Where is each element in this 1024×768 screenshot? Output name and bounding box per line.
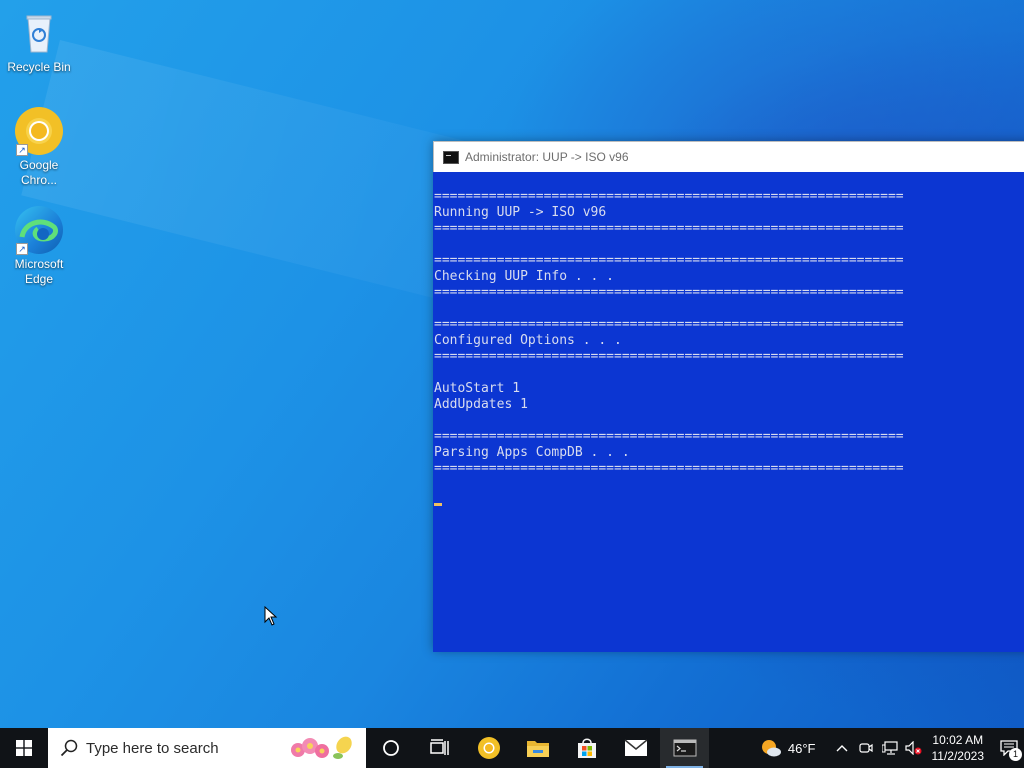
partly-cloudy-icon [761, 740, 781, 757]
action-center-button[interactable]: 1 [994, 728, 1024, 768]
desktop-icon-recycle-bin[interactable]: Recycle Bin [4, 8, 74, 75]
weather-widget[interactable]: 46°F [760, 738, 816, 758]
windows-logo-icon [16, 740, 32, 756]
search-icon [60, 739, 78, 757]
desktop-icon-microsoft-edge[interactable]: ↗ Microsoft Edge [4, 205, 74, 287]
meet-now-button[interactable] [854, 728, 878, 768]
cortana-icon [382, 740, 399, 756]
network-wired-icon [881, 741, 898, 755]
console-line: ========================================… [434, 429, 904, 444]
shortcut-arrow-icon: ↗ [16, 144, 28, 156]
console-line: Parsing Apps CompDB . . . [434, 445, 630, 460]
console-output[interactable]: ========================================… [433, 172, 1024, 652]
chrome-icon: ↗ [14, 106, 64, 156]
taskbar-command-prompt-button[interactable] [660, 728, 709, 768]
console-line: Checking UUP Info . . . [434, 269, 615, 284]
chevron-up-icon [836, 745, 847, 752]
console-line: AddUpdates 1 [434, 397, 528, 412]
start-button[interactable] [0, 728, 48, 768]
clock-date: 11/2/2023 [931, 749, 985, 763]
notification-count-badge: 1 [1009, 748, 1022, 761]
network-button[interactable] [878, 728, 902, 768]
clock-time: 10:02 AM [932, 733, 984, 747]
store-icon [577, 738, 596, 758]
task-view-button[interactable] [415, 728, 464, 768]
search-placeholder: Type here to search [86, 739, 219, 757]
window-title: Administrator: UUP -> ISO v96 [465, 150, 629, 164]
desktop-icon-label: Microsoft Edge [14, 257, 64, 286]
system-tray: 46°F 10:02 AM 11/2/2023 1 [760, 728, 1024, 768]
taskbar-chrome-button[interactable] [464, 728, 513, 768]
taskbar-file-explorer-button[interactable] [513, 728, 562, 768]
file-explorer-icon [526, 741, 549, 757]
taskbar-store-button[interactable] [562, 728, 611, 768]
edge-icon: ↗ [14, 205, 64, 255]
search-highlight-flowers-icon [291, 736, 352, 759]
console-line: Running UUP -> ISO v96 [434, 205, 607, 220]
cortana-button[interactable] [366, 728, 415, 768]
desktop-icon-google-chrome[interactable]: ↗ Google Chro... [4, 106, 74, 188]
command-prompt-icon [443, 150, 459, 164]
shortcut-arrow-icon: ↗ [16, 243, 28, 255]
mail-icon [624, 739, 647, 756]
console-line: ========================================… [434, 461, 904, 476]
desktop: Recycle Bin ↗ Google Chro... ↗ Microsoft… [0, 0, 1024, 728]
console-line: ========================================… [434, 189, 904, 204]
taskbar-search-box[interactable]: Type here to search [48, 728, 366, 768]
taskbar: Type here to search 46°F 10:02 AM 11/2/2… [0, 728, 1024, 768]
volume-muted-icon [904, 741, 921, 755]
terminal-icon [673, 739, 696, 757]
taskbar-clock[interactable]: 10:02 AM 11/2/2023 [932, 732, 985, 764]
taskbar-mail-button[interactable] [611, 728, 660, 768]
console-line: ========================================… [434, 317, 904, 332]
console-line: AutoStart 1 [434, 381, 521, 396]
volume-button[interactable] [902, 728, 926, 768]
console-line: ========================================… [434, 349, 904, 364]
task-view-icon [429, 739, 449, 755]
desktop-icon-label: Google Chro... [19, 158, 59, 187]
mouse-pointer-icon [264, 606, 278, 626]
console-line: Configured Options . . . [434, 333, 622, 348]
show-hidden-icons-button[interactable] [830, 728, 854, 768]
weather-temperature: 46°F [787, 740, 816, 756]
console-window[interactable]: Administrator: UUP -> ISO v96 ==========… [433, 141, 1024, 652]
meet-now-icon [858, 743, 873, 753]
chrome-icon [477, 737, 500, 759]
console-line: ========================================… [434, 285, 904, 300]
console-line: ========================================… [434, 253, 904, 268]
desktop-icon-label: Recycle Bin [7, 60, 71, 74]
text-cursor [434, 503, 442, 506]
recycle-bin-icon [14, 8, 64, 58]
console-titlebar[interactable]: Administrator: UUP -> ISO v96 [433, 141, 1024, 172]
console-line: ========================================… [434, 221, 904, 236]
